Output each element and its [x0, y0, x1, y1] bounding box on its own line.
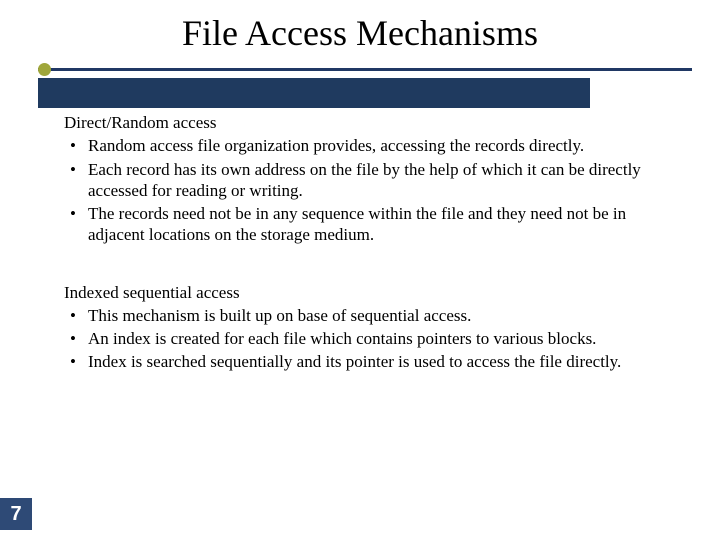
title-rule-dot-icon — [38, 63, 51, 76]
list-item: Each record has its own address on the f… — [64, 159, 680, 202]
list-item: An index is created for each file which … — [64, 328, 680, 349]
list-item: Random access file organization provides… — [64, 135, 680, 156]
section-indexed-sequential: Indexed sequential access This mechanism… — [64, 282, 680, 373]
slide-content: Direct/Random access Random access file … — [64, 112, 680, 373]
title-rule — [38, 62, 692, 74]
bullet-list: This mechanism is built up on base of se… — [64, 305, 680, 373]
slide-title: File Access Mechanisms — [182, 12, 538, 54]
slide-title-wrap: File Access Mechanisms — [0, 0, 720, 54]
list-item: The records need not be in any sequence … — [64, 203, 680, 246]
list-item: Index is searched sequentially and its p… — [64, 351, 680, 372]
bullet-list: Random access file organization provides… — [64, 135, 680, 245]
section-heading: Direct/Random access — [64, 112, 680, 133]
accent-bar — [38, 78, 590, 108]
section-direct-random: Direct/Random access Random access file … — [64, 112, 680, 246]
title-rule-line — [38, 68, 692, 71]
page-number: 7 — [0, 498, 32, 530]
section-heading: Indexed sequential access — [64, 282, 680, 303]
list-item: This mechanism is built up on base of se… — [64, 305, 680, 326]
